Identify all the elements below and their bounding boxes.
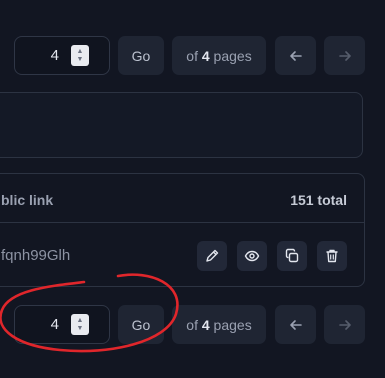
copy-icon (285, 248, 299, 263)
eye-icon (244, 250, 260, 262)
page-number-input-top[interactable]: 4 ▲ ▼ (14, 36, 110, 75)
pages-text: pages (213, 316, 252, 333)
page-number-value: 4 (50, 47, 59, 64)
stepper-down-icon[interactable]: ▼ (77, 325, 84, 332)
arrow-left-icon (289, 50, 302, 61)
column-header-public-link: blic link (1, 192, 54, 208)
page-stepper-top[interactable]: ▲ ▼ (71, 45, 89, 66)
arrow-left-icon (289, 319, 302, 330)
table-row: fqnh99Glh (0, 223, 364, 287)
pencil-icon (206, 249, 219, 262)
total-pages-value: 4 (201, 47, 210, 64)
stepper-up-icon[interactable]: ▲ (77, 48, 84, 55)
next-page-button-bottom[interactable] (324, 305, 365, 344)
of-text: of (186, 47, 198, 64)
page-number-value: 4 (50, 316, 59, 333)
page-number-input-bottom[interactable]: 4 ▲ ▼ (14, 305, 110, 344)
filter-panel (0, 92, 363, 158)
go-button-label: Go (131, 316, 151, 333)
go-button-label: Go (131, 47, 151, 64)
links-table: blic link 151 total fqnh99Glh (0, 173, 365, 287)
total-pages-value: 4 (201, 316, 210, 333)
delete-button[interactable] (317, 241, 347, 271)
page-stepper-bottom[interactable]: ▲ ▼ (71, 314, 89, 335)
total-count: 151 total (290, 192, 347, 208)
stepper-down-icon[interactable]: ▼ (77, 56, 84, 63)
page-count-label-bottom: of 4 pages (172, 305, 266, 344)
go-button-top[interactable]: Go (118, 36, 164, 75)
previous-page-button-bottom[interactable] (275, 305, 316, 344)
previous-page-button-top[interactable] (275, 36, 316, 75)
view-button[interactable] (237, 241, 267, 271)
arrow-right-icon (338, 319, 351, 330)
arrow-right-icon (338, 50, 351, 61)
public-link-cell[interactable]: fqnh99Glh (1, 247, 70, 264)
stepper-up-icon[interactable]: ▲ (77, 317, 84, 324)
next-page-button-top[interactable] (324, 36, 365, 75)
go-button-bottom[interactable]: Go (118, 305, 164, 344)
page-count-label-top: of 4 pages (172, 36, 266, 75)
of-text: of (186, 316, 198, 333)
copy-button[interactable] (277, 241, 307, 271)
trash-icon (326, 249, 338, 263)
pages-text: pages (213, 47, 252, 64)
edit-button[interactable] (197, 241, 227, 271)
